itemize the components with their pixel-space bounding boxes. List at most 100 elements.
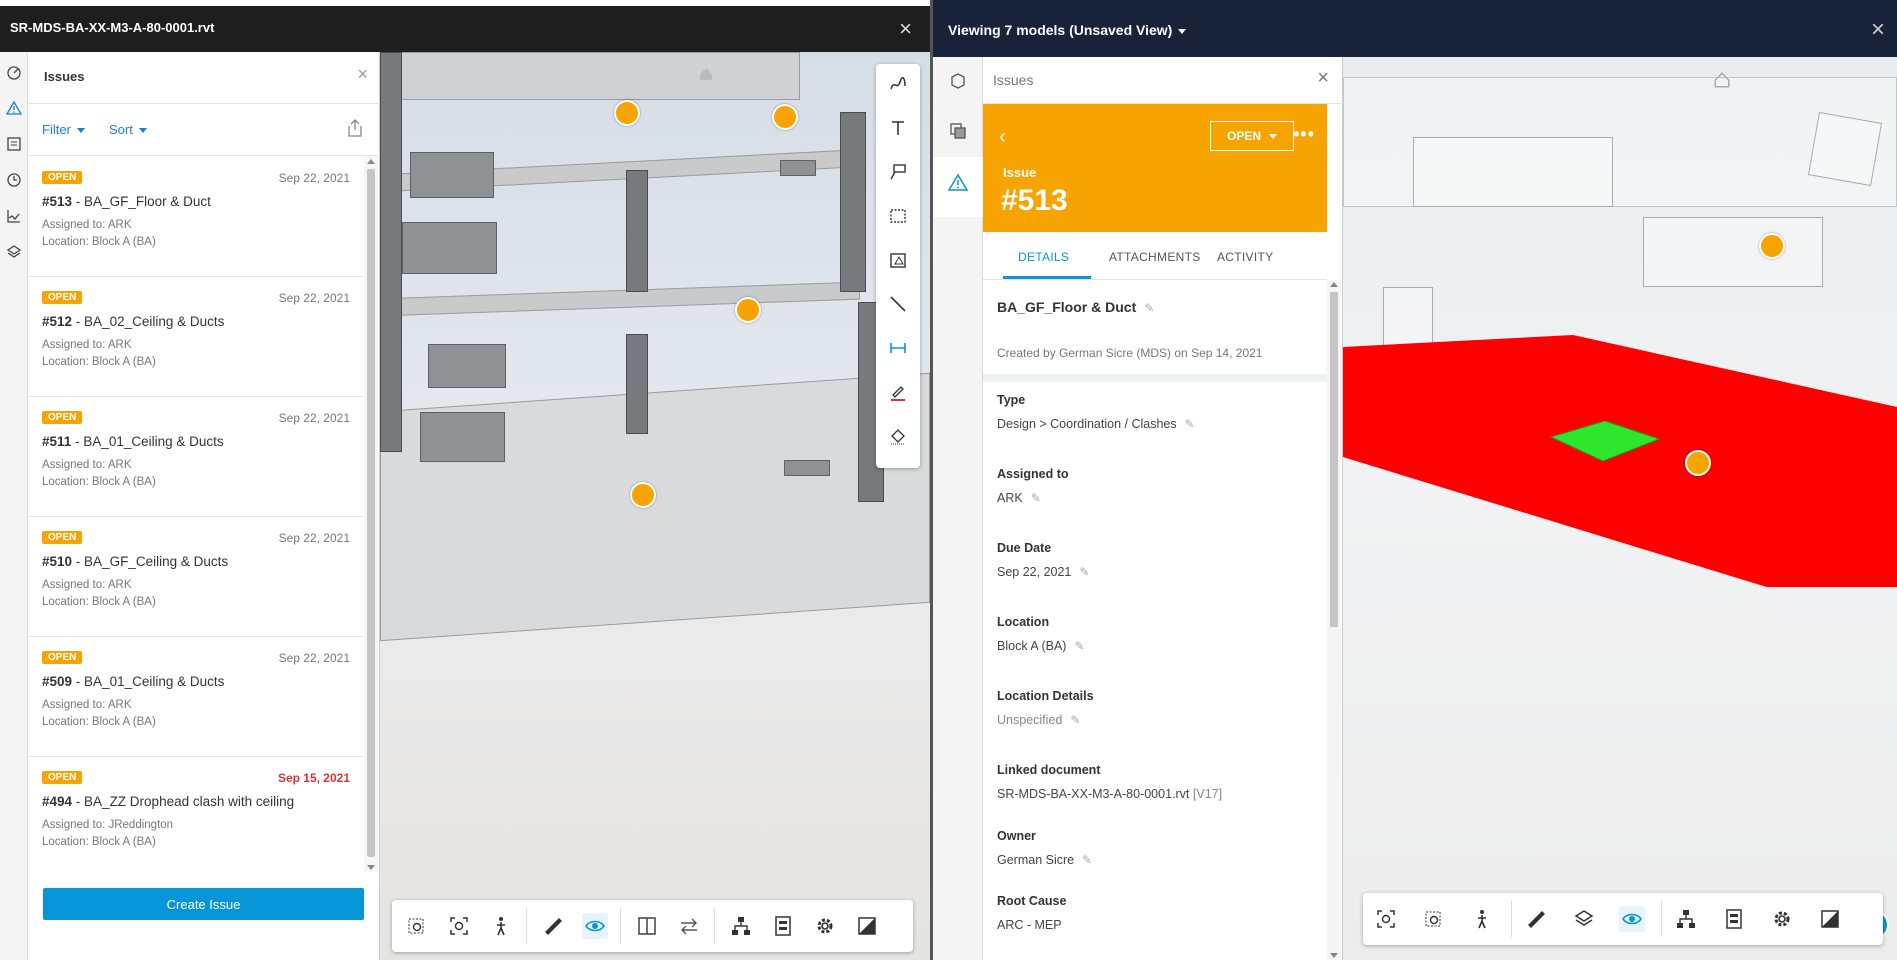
fit-view-icon[interactable] [1373,906,1399,932]
warning-icon[interactable] [946,171,970,195]
visibility-icon[interactable] [1619,906,1645,932]
model-browser-icon[interactable] [728,913,754,939]
issue-list-item[interactable]: OPEN Sep 22, 2021 #510 - BA_GF_Ceiling & D… [28,517,364,637]
issue-pin[interactable] [630,482,656,508]
zoom-window-icon[interactable] [1421,906,1447,932]
tab-details[interactable]: DETAILS [1018,250,1069,264]
more-options-icon[interactable]: ••• [1293,124,1315,145]
export-icon[interactable] [346,118,364,138]
document-icon[interactable] [4,134,24,154]
issue-list-item[interactable]: OPEN Sep 22, 2021 #511 - BA_01_Ceiling & D… [28,397,364,517]
close-icon[interactable]: × [1317,67,1329,90]
issue-list-item[interactable]: OPEN Sep 22, 2021 #513 - BA_GF_Floor & Duc… [28,157,364,277]
status-badge: OPEN [42,171,83,184]
scroll-up-icon[interactable] [1330,282,1338,287]
measure-icon[interactable] [540,913,566,939]
callout-icon[interactable] [886,160,910,184]
fill-icon[interactable] [886,424,910,448]
layers-icon[interactable] [1571,906,1597,932]
create-issue-button[interactable]: Create Issue [43,888,364,920]
edit-pencil-icon[interactable]: ✎ [1185,417,1195,431]
settings-gear-icon[interactable] [812,913,838,939]
column-element [380,52,402,452]
dashboard-icon[interactable] [4,62,24,82]
issue-location: Location: Block A (BA) [42,476,156,488]
dimension-icon[interactable] [886,336,910,360]
edit-pencil-icon[interactable]: ✎ [1031,491,1041,505]
chart-icon[interactable] [4,206,24,226]
issue-pin[interactable] [614,100,640,126]
area-measure-icon[interactable] [886,248,910,272]
issue-label: Issue [1003,165,1037,180]
tab-attachments[interactable]: ATTACHMENTS [1109,250,1201,264]
model-browser-icon[interactable] [1673,906,1699,932]
right-close-icon[interactable]: × [1871,16,1885,44]
fit-view-icon[interactable] [446,913,472,939]
edit-pencil-icon[interactable]: ✎ [1074,639,1084,653]
issue-list-item[interactable]: OPEN Sep 22, 2021 #509 - BA_01_Ceiling & D… [28,637,364,757]
status-label: OPEN [1226,129,1261,143]
close-icon[interactable]: × [357,64,368,85]
back-arrow-icon[interactable]: ‹ [999,126,1006,149]
home-icon[interactable] [1713,71,1731,89]
edit-pencil-icon[interactable]: ✎ [1082,853,1092,867]
issue-detail-scrollbar[interactable] [1327,280,1341,960]
compare-icon[interactable] [676,913,702,939]
left-close-icon[interactable]: × [899,16,912,42]
properties-icon[interactable] [1721,906,1747,932]
field-value: Unspecified ✎ [997,713,1080,727]
fullscreen-icon[interactable] [854,913,880,939]
status-dropdown[interactable]: OPEN [1210,121,1294,151]
models-view-dropdown[interactable]: Viewing 7 models (Unsaved View) [948,22,1187,38]
visibility-icon[interactable] [582,913,608,939]
home-icon[interactable] [698,66,714,82]
left-3d-viewport[interactable] [380,52,930,960]
zoom-window-icon[interactable] [404,913,430,939]
scroll-up-icon[interactable] [367,159,375,164]
issue-list-item[interactable]: OPEN Sep 15, 2021 #494 - BA_ZZ Drophead cl… [28,757,364,867]
filter-dropdown[interactable]: Filter [42,122,85,137]
issue-title-separator: - [72,554,85,569]
fullscreen-icon[interactable] [1817,906,1843,932]
scrollbar-thumb[interactable] [1330,292,1338,627]
edit-pencil-icon[interactable]: ✎ [1070,713,1080,727]
issue-name: BA_GF_Floor & Duct ✎ [997,299,1154,315]
field-label: Owner [997,829,1036,843]
split-view-icon[interactable] [634,913,660,939]
rectangle-icon[interactable] [886,204,910,228]
settings-gear-icon[interactable] [1769,906,1795,932]
layers-icon[interactable] [4,242,24,262]
edit-pencil-icon[interactable]: ✎ [1144,301,1154,315]
warning-icon[interactable] [4,98,24,118]
duct-element [784,460,830,476]
issue-pin[interactable] [735,297,761,323]
scrollbar-thumb[interactable] [367,169,375,857]
scroll-down-icon[interactable] [1330,953,1338,958]
scroll-down-icon[interactable] [367,865,375,870]
line-icon[interactable] [886,292,910,316]
edit-pencil-icon[interactable]: ✎ [1079,565,1089,579]
issue-pin[interactable] [772,104,798,130]
right-3d-viewport[interactable]: ? [1343,57,1897,960]
field-value-text: ARC - MEP [997,918,1062,932]
layers-compare-icon[interactable] [946,119,970,143]
status-badge: OPEN [42,531,83,544]
clock-icon[interactable] [4,170,24,190]
viewcube[interactable] [1807,111,1883,187]
issue-list-scrollbar[interactable] [364,157,378,872]
pen-color-icon[interactable] [886,380,910,404]
text-icon[interactable] [886,116,910,140]
properties-icon[interactable] [770,913,796,939]
tab-activity[interactable]: ACTIVITY [1217,250,1273,264]
issue-pin-selected[interactable] [1685,450,1711,476]
measure-icon[interactable] [1523,906,1549,932]
issue-pin[interactable] [1759,233,1785,259]
first-person-icon[interactable] [1469,906,1495,932]
field-value-text: German Sicre [997,853,1075,867]
first-person-icon[interactable] [488,913,514,939]
sort-dropdown[interactable]: Sort [109,122,147,137]
cube-icon[interactable] [946,69,970,93]
freehand-icon[interactable] [886,72,910,96]
issue-due-date: Sep 15, 2021 [277,771,350,785]
issue-list-item[interactable]: OPEN Sep 22, 2021 #512 - BA_02_Ceiling & D… [28,277,364,397]
